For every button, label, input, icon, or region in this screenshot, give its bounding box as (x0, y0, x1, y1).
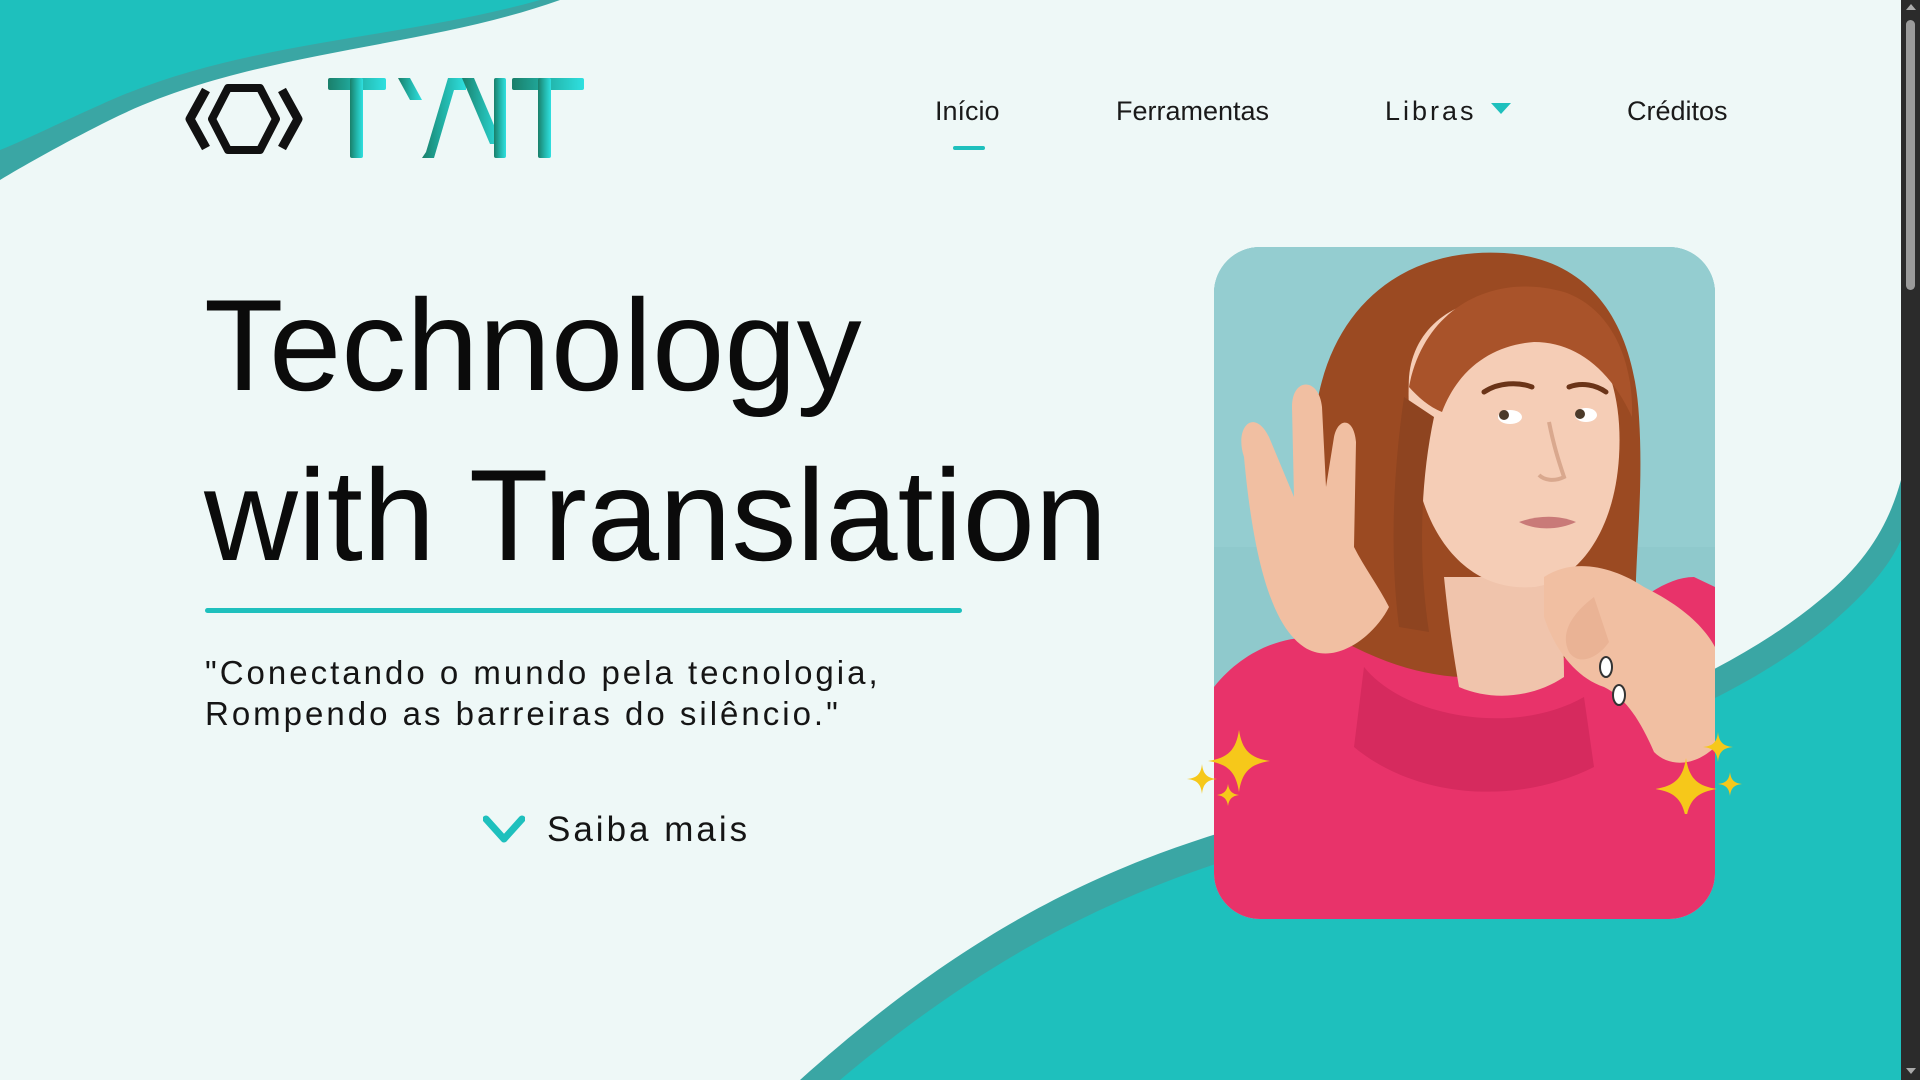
nav-item-label: Libras (1385, 96, 1477, 126)
hero-quote-line1: "Conectando o mundo pela tecnologia, (205, 654, 881, 691)
hero-quote-line2: Rompendo as barreiras do silêncio." (205, 695, 841, 732)
hero-quote: "Conectando o mundo pela tecnologia, Rom… (205, 652, 1005, 734)
main-nav: Início Ferramentas Libras Créditos (0, 96, 1901, 156)
scroll-up-icon[interactable] (1906, 4, 1916, 10)
saiba-mais-button[interactable]: Saiba mais (483, 808, 750, 852)
chevron-down-icon (483, 815, 525, 843)
hero-title-line2: with Translation (204, 442, 1108, 588)
saiba-mais-label: Saiba mais (547, 810, 751, 849)
page-scrollbar[interactable] (1901, 0, 1920, 1080)
nav-item-label: Ferramentas (1116, 96, 1270, 126)
nav-item-libras[interactable]: Libras (1385, 96, 1511, 127)
nav-item-creditos[interactable]: Créditos (1627, 96, 1728, 127)
active-indicator (953, 146, 985, 150)
hero-image (1214, 247, 1715, 919)
hero-title: Technology with Translation (204, 260, 1164, 600)
hero-title-line1: Technology (204, 272, 862, 418)
sparkles-icon (1656, 732, 1742, 814)
scroll-down-icon[interactable] (1906, 1068, 1916, 1074)
scrollbar-thumb[interactable] (1906, 20, 1915, 290)
nav-item-label: Início (935, 96, 1000, 126)
caret-down-icon (1490, 103, 1511, 114)
nav-item-inicio[interactable]: Início (935, 96, 1000, 150)
page: Início Ferramentas Libras Créditos Techn… (0, 0, 1901, 1080)
nav-item-ferramentas[interactable]: Ferramentas (1116, 96, 1269, 127)
sparkles-icon (1187, 730, 1270, 806)
nav-item-label: Créditos (1627, 96, 1728, 126)
hero-divider (205, 608, 962, 613)
